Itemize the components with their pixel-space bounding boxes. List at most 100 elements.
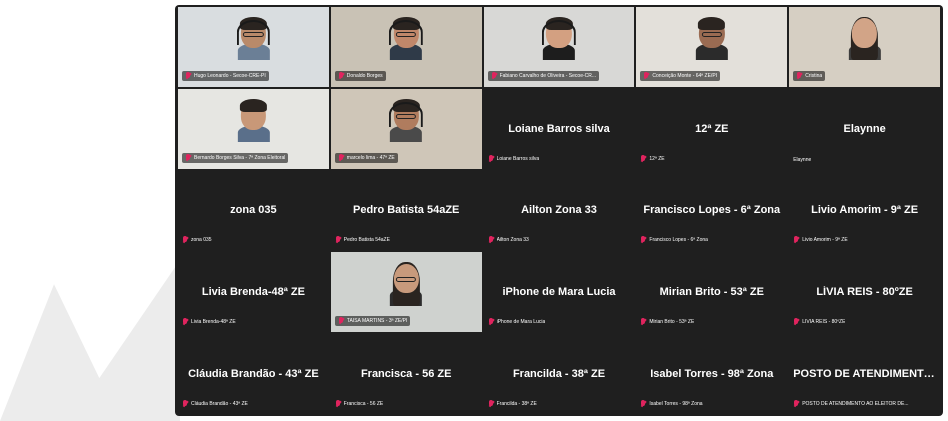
participant-video — [385, 16, 427, 61]
participant-display-name: 12ª ZE — [695, 122, 729, 135]
participant-tile[interactable]: POSTO DE ATENDIMENTO A... POSTO DE ATENDI… — [789, 334, 940, 414]
participant-video — [538, 16, 580, 61]
participant-tile[interactable]: Bernardo Borges Silva - 7ª Zona Eleitora… — [178, 88, 329, 169]
participant-name-label: iPhone de Mara Lucia — [496, 319, 546, 326]
participant-name-label: Cristina — [805, 72, 823, 79]
participant-display-name: Livio Amorim - 9ª ZE — [811, 204, 919, 217]
participant-label: Francisco Lopes - 6ª Zona — [640, 236, 708, 244]
participant-tile[interactable]: Conceição Monte - 64ª ZE/PI — [636, 7, 788, 87]
participant-label: 12ª ZE — [640, 154, 665, 163]
participant-name-label: Ailton Zona 33 — [496, 237, 529, 244]
participant-tile[interactable]: TAISA MARTINS - 3ª ZE/PI — [330, 252, 482, 333]
participant-tile[interactable]: Fabiano Carvalho de Oliveira - Secoe-CR.… — [483, 7, 635, 87]
participant-tile[interactable]: Loiane Barros silva Loiane Barros silva — [483, 88, 635, 169]
muted-mic-icon — [640, 400, 646, 408]
participant-tile[interactable]: Livio Amorim - 9ª ZE Livio Amorim - 9ª ZE — [789, 170, 940, 251]
participant-video — [385, 262, 427, 306]
muted-mic-icon — [182, 318, 188, 326]
participant-label: iPhone de Mara Lucia — [488, 318, 546, 326]
muted-mic-icon — [643, 71, 649, 80]
participant-name-label: Conceição Monte - 64ª ZE/PI — [652, 72, 718, 79]
participant-name-label: LÍVIA REIS - 80ºZE — [802, 319, 846, 326]
participant-label: Francisca - 56 ZE — [335, 400, 383, 408]
participant-name-label: Pedro Batista 54aZE — [343, 237, 390, 244]
participant-tile[interactable]: iPhone de Mara Lucia iPhone de Mara Lucia — [483, 252, 635, 333]
muted-mic-icon — [338, 153, 344, 162]
participant-tile[interactable]: Pedro Batista 54aZE Pedro Batista 54aZE — [330, 170, 482, 251]
participant-label: Livio Amorim - 9ª ZE — [793, 236, 848, 244]
participant-tile[interactable]: Francilda - 38ª ZE Francilda - 38ª ZE — [483, 334, 635, 414]
participant-label: Elaynne — [793, 157, 811, 163]
participant-label: Hugo Leonardo - Secoe-CRE-PI — [182, 70, 269, 81]
muted-mic-icon — [640, 318, 646, 326]
participant-label: Pedro Batista 54aZE — [335, 236, 390, 244]
participant-name-label: marcelo lima - 47ª ZE — [346, 154, 395, 161]
participant-display-name: Loiane Barros silva — [508, 122, 610, 135]
participant-tile[interactable]: Livia Brenda-48ª ZE Livia Brenda-48ª ZE — [178, 252, 329, 333]
participant-tile[interactable]: Francisco Lopes - 6ª Zona Francisco Lopes… — [636, 170, 788, 251]
participant-name-label: POSTO DE ATENDIMENTO AO ELEITOR DE... — [802, 401, 909, 407]
participant-name-label: Bernardo Borges Silva - 7ª Zona Eleitora… — [194, 154, 286, 161]
participant-label: Francilda - 38ª ZE — [488, 400, 537, 408]
participant-display-name: Francisco Lopes - 6ª Zona — [643, 204, 781, 217]
participant-tile[interactable]: Francisca - 56 ZE Francisca - 56 ZE — [330, 334, 482, 414]
muted-mic-icon — [488, 236, 494, 244]
participant-tile[interactable]: Cláudia Brandão - 43ª ZE Cláudia Brandão … — [178, 334, 329, 414]
participant-display-name: LÍVIA REIS - 80ºZE — [816, 286, 913, 299]
participant-name-label: Elaynne — [793, 156, 812, 163]
participant-name-label: Fabiano Carvalho de Oliveira - Secoe-CR.… — [499, 72, 597, 79]
muted-mic-icon — [185, 153, 191, 162]
muted-mic-icon — [640, 154, 646, 163]
participant-tile[interactable]: marcelo lima - 47ª ZE — [330, 88, 482, 169]
muted-mic-icon — [335, 236, 341, 244]
participant-display-name: Ailton Zona 33 — [521, 204, 597, 217]
background-decoration-mid — [70, 260, 180, 421]
muted-mic-icon — [796, 71, 802, 80]
participant-video — [843, 16, 885, 61]
participant-name-label: TAISA MARTINS - 3ª ZE/PI — [346, 318, 408, 325]
muted-mic-icon — [491, 71, 497, 80]
participant-tile[interactable]: Ailton Zona 33 Ailton Zona 33 — [483, 170, 635, 251]
participant-tile[interactable]: 12ª ZE 12ª ZE — [636, 88, 788, 169]
participant-display-name: zona 035 — [230, 204, 277, 217]
muted-mic-icon — [793, 236, 799, 244]
participant-name-label: Hugo Leonardo - Secoe-CRE-PI — [194, 72, 266, 79]
participant-name-label: Livio Amorim - 9ª ZE — [802, 237, 848, 244]
participant-tile[interactable]: zona 035 zona 035 — [178, 170, 329, 251]
participant-video — [385, 98, 427, 143]
participant-grid: Hugo Leonardo - Secoe-CRE-PI Donaldo Borg… — [178, 7, 940, 414]
participant-name-label: Donaldo Borges — [346, 72, 383, 79]
participant-name-label: Francilda - 38ª ZE — [496, 401, 537, 407]
video-call-window: Hugo Leonardo - Secoe-CRE-PI Donaldo Borg… — [175, 5, 943, 416]
participant-video — [691, 16, 733, 61]
participant-tile[interactable]: Cristina — [789, 7, 940, 87]
participant-label: TAISA MARTINS - 3ª ZE/PI — [334, 316, 411, 327]
participant-name-label: Loiane Barros silva — [496, 155, 540, 162]
participant-tile[interactable]: LÍVIA REIS - 80ºZE LÍVIA REIS - 80ºZE — [789, 252, 940, 333]
participant-tile[interactable]: Donaldo Borges — [330, 7, 482, 87]
muted-mic-icon — [488, 318, 494, 326]
participant-name-label: Cláudia Brandão - 43ª ZE — [191, 401, 248, 407]
muted-mic-icon — [488, 154, 494, 163]
participant-label: Livia Brenda-48ª ZE — [182, 318, 236, 326]
participant-label: Loiane Barros silva — [488, 154, 540, 163]
muted-mic-icon — [793, 318, 799, 326]
participant-tile[interactable]: Isabel Torres - 98ª Zona Isabel Torres - … — [636, 334, 788, 414]
participant-name-label: Francisca - 56 ZE — [343, 401, 384, 407]
participant-display-name: Pedro Batista 54aZE — [353, 204, 460, 217]
participant-label: Cláudia Brandão - 43ª ZE — [182, 400, 248, 408]
muted-mic-icon — [182, 400, 188, 408]
participant-name-label: 12ª ZE — [649, 155, 665, 162]
participant-video — [232, 98, 274, 143]
participant-tile[interactable]: Mirian Brito - 53ª ZE Mirian Brito - 53ª … — [636, 252, 788, 333]
muted-mic-icon — [793, 400, 799, 408]
participant-tile[interactable]: Elaynne Elaynne — [789, 88, 940, 169]
participant-label: zona 035 — [182, 236, 212, 244]
participant-display-name: Francisca - 56 ZE — [360, 368, 452, 381]
muted-mic-icon — [185, 71, 191, 80]
participant-tile[interactable]: Hugo Leonardo - Secoe-CRE-PI — [178, 7, 329, 87]
participant-display-name: iPhone de Mara Lucia — [502, 286, 616, 299]
participant-label: Bernardo Borges Silva - 7ª Zona Eleitora… — [182, 152, 289, 163]
participant-label: Mirian Brito - 53ª ZE — [640, 318, 694, 326]
participant-label: marcelo lima - 47ª ZE — [334, 152, 398, 163]
